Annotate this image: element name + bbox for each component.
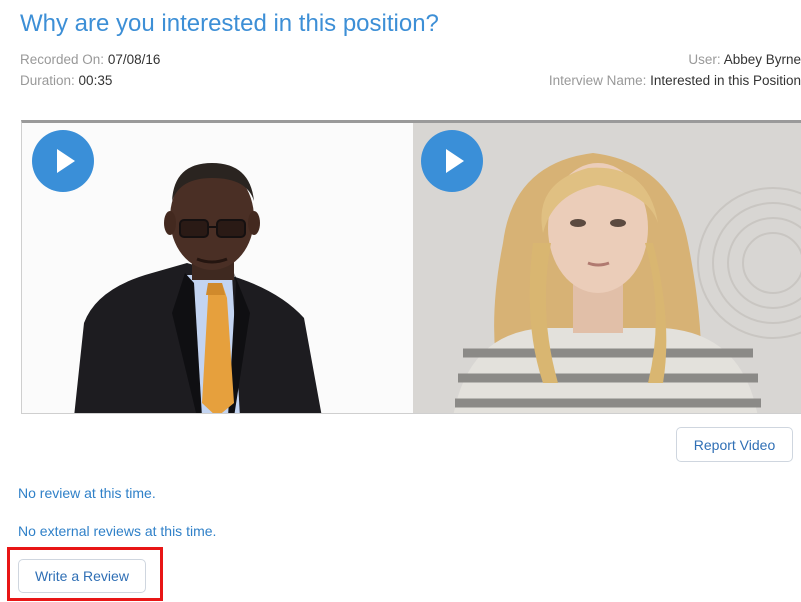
duration-value: 00:35 <box>78 73 113 88</box>
interview-name-value: Interested in this Position <box>650 73 801 88</box>
user-label: User: <box>688 52 721 67</box>
play-button-right[interactable] <box>421 130 483 192</box>
interview-name-label: Interview Name: <box>548 73 647 88</box>
page-title: Why are you interested in this position? <box>20 10 439 37</box>
play-icon <box>446 149 464 173</box>
play-icon <box>57 149 75 173</box>
no-external-reviews-text: No external reviews at this time. <box>18 523 217 539</box>
interview-name: Interview Name: Interested in this Posit… <box>549 73 801 88</box>
candidate-video[interactable] <box>413 123 801 413</box>
video-player <box>21 120 801 414</box>
recorded-on-label: Recorded On: <box>20 52 105 67</box>
interviewer-video[interactable] <box>22 123 413 413</box>
duration-label: Duration: <box>20 73 75 88</box>
no-review-text: No review at this time. <box>18 485 156 501</box>
duration: Duration: 00:35 <box>20 73 112 88</box>
report-video-button[interactable]: Report Video <box>676 427 793 462</box>
recorded-on: Recorded On: 07/08/16 <box>20 52 160 67</box>
user-value: Abbey Byrne <box>723 52 801 67</box>
user-info: User: Abbey Byrne <box>688 52 801 67</box>
play-button-left[interactable] <box>32 130 94 192</box>
recorded-on-value: 07/08/16 <box>107 52 161 67</box>
write-review-button[interactable]: Write a Review <box>18 559 146 593</box>
